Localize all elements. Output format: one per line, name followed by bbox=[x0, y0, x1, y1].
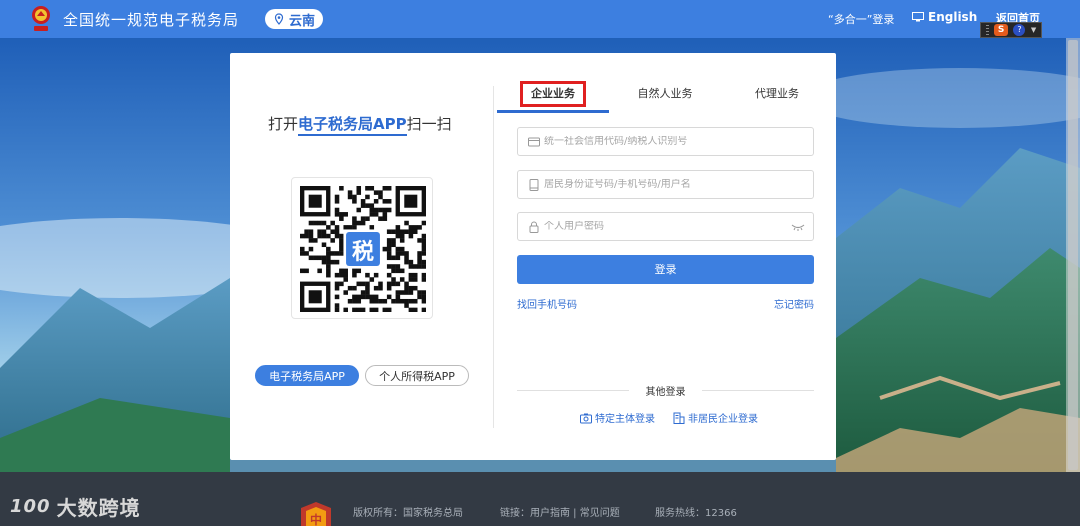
watermark-logo: 100 bbox=[10, 496, 51, 517]
id-field[interactable] bbox=[517, 170, 814, 199]
scan-suffix: 扫一扫 bbox=[406, 115, 452, 133]
tab-enterprise[interactable]: 企业业务 bbox=[497, 80, 609, 112]
non-resident-login-label: 非居民企业登录 bbox=[688, 414, 758, 425]
other-login-divider: 其他登录 bbox=[517, 383, 814, 398]
credit-code-input[interactable] bbox=[544, 136, 774, 147]
region-selector[interactable]: 云南 bbox=[265, 9, 323, 29]
eye-closed-icon[interactable] bbox=[791, 222, 805, 232]
footer-links[interactable]: 链接：用户指南 | 常见问题 bbox=[500, 504, 620, 519]
hotline-text: 服务热线：12366 bbox=[655, 508, 737, 519]
id-input[interactable] bbox=[544, 179, 774, 190]
copyright-text: 版权所有：国家税务总局 bbox=[353, 508, 463, 519]
divider-line-right bbox=[702, 390, 814, 391]
english-label: English bbox=[928, 10, 978, 24]
forgot-password-link[interactable]: 忘记密码 bbox=[774, 296, 814, 311]
vertical-scrollbar[interactable] bbox=[1066, 38, 1080, 472]
app-switcher: 电子税务局APP 个人所得税APP bbox=[255, 365, 469, 386]
tax-bureau-app-button[interactable]: 电子税务局APP bbox=[255, 365, 359, 386]
phone-icon bbox=[529, 178, 539, 191]
english-link[interactable]: English bbox=[912, 10, 977, 24]
scrollbar-thumb[interactable] bbox=[1068, 40, 1078, 470]
grip-icon bbox=[985, 25, 989, 35]
help-icon[interactable]: ? bbox=[1013, 24, 1026, 36]
qr-center-label: 税 bbox=[352, 239, 374, 265]
login-button[interactable]: 登录 bbox=[517, 255, 814, 284]
camera-icon bbox=[580, 413, 592, 423]
site-title[interactable]: 全国统一规范电子税务局 bbox=[63, 9, 239, 30]
ime-toolbar[interactable]: S ? ▼ bbox=[980, 22, 1042, 38]
qr-code: 税 bbox=[291, 177, 433, 319]
monitor-icon bbox=[912, 12, 924, 22]
sogou-icon[interactable]: S bbox=[994, 24, 1009, 36]
divider bbox=[493, 86, 494, 428]
footer: 100 大数跨境 中 版权所有：国家税务总局 链接：用户指南 | 常见问题 服务… bbox=[0, 472, 1080, 526]
active-tab-indicator bbox=[497, 110, 609, 113]
building-icon bbox=[673, 412, 685, 424]
scan-app-name: 电子税务局APP bbox=[298, 115, 407, 136]
specific-entity-login-link[interactable]: 特定主体登录 bbox=[580, 410, 655, 425]
location-pin-icon bbox=[274, 13, 284, 25]
tax-bureau-logo-icon: 中 bbox=[301, 502, 331, 526]
chevron-down-icon[interactable]: ▼ bbox=[1031, 26, 1036, 34]
specific-entity-login-label: 特定主体登录 bbox=[595, 414, 655, 425]
login-type-tabs: 企业业务 自然人业务 代理业务 bbox=[497, 80, 817, 113]
password-input[interactable] bbox=[544, 221, 774, 232]
multi-login-link[interactable]: “多合一”登录 bbox=[828, 11, 894, 27]
watermark-text: 大数跨境 bbox=[56, 496, 141, 520]
region-name: 云南 bbox=[289, 13, 316, 29]
watermark: 100 大数跨境 bbox=[10, 492, 141, 521]
tab-agent[interactable]: 代理业务 bbox=[725, 80, 829, 112]
tab-individual[interactable]: 自然人业务 bbox=[609, 80, 721, 112]
personal-tax-app-button[interactable]: 个人所得税APP bbox=[365, 365, 469, 386]
password-field[interactable] bbox=[517, 212, 814, 241]
svg-text:中: 中 bbox=[310, 512, 322, 526]
qr-code-image: 税 bbox=[300, 186, 426, 312]
national-emblem-icon bbox=[32, 6, 50, 31]
lock-icon bbox=[529, 221, 539, 233]
login-card: 打开电子税务局APP扫一扫 税 电子税务局APP 个人所得税APP 企业业务 自… bbox=[230, 53, 836, 460]
non-resident-login-link[interactable]: 非居民企业登录 bbox=[673, 410, 758, 425]
top-header: 全国统一规范电子税务局 云南 “多合一”登录 English 返回首页 S ? … bbox=[0, 0, 1080, 38]
scan-instruction: 打开电子税务局APP扫一扫 bbox=[268, 113, 452, 136]
scan-prefix: 打开 bbox=[268, 115, 299, 133]
id-card-icon bbox=[528, 137, 540, 146]
retrieve-phone-link[interactable]: 找回手机号码 bbox=[517, 296, 577, 311]
tab-enterprise-label: 企业业务 bbox=[520, 81, 586, 107]
credit-code-field[interactable] bbox=[517, 127, 814, 156]
